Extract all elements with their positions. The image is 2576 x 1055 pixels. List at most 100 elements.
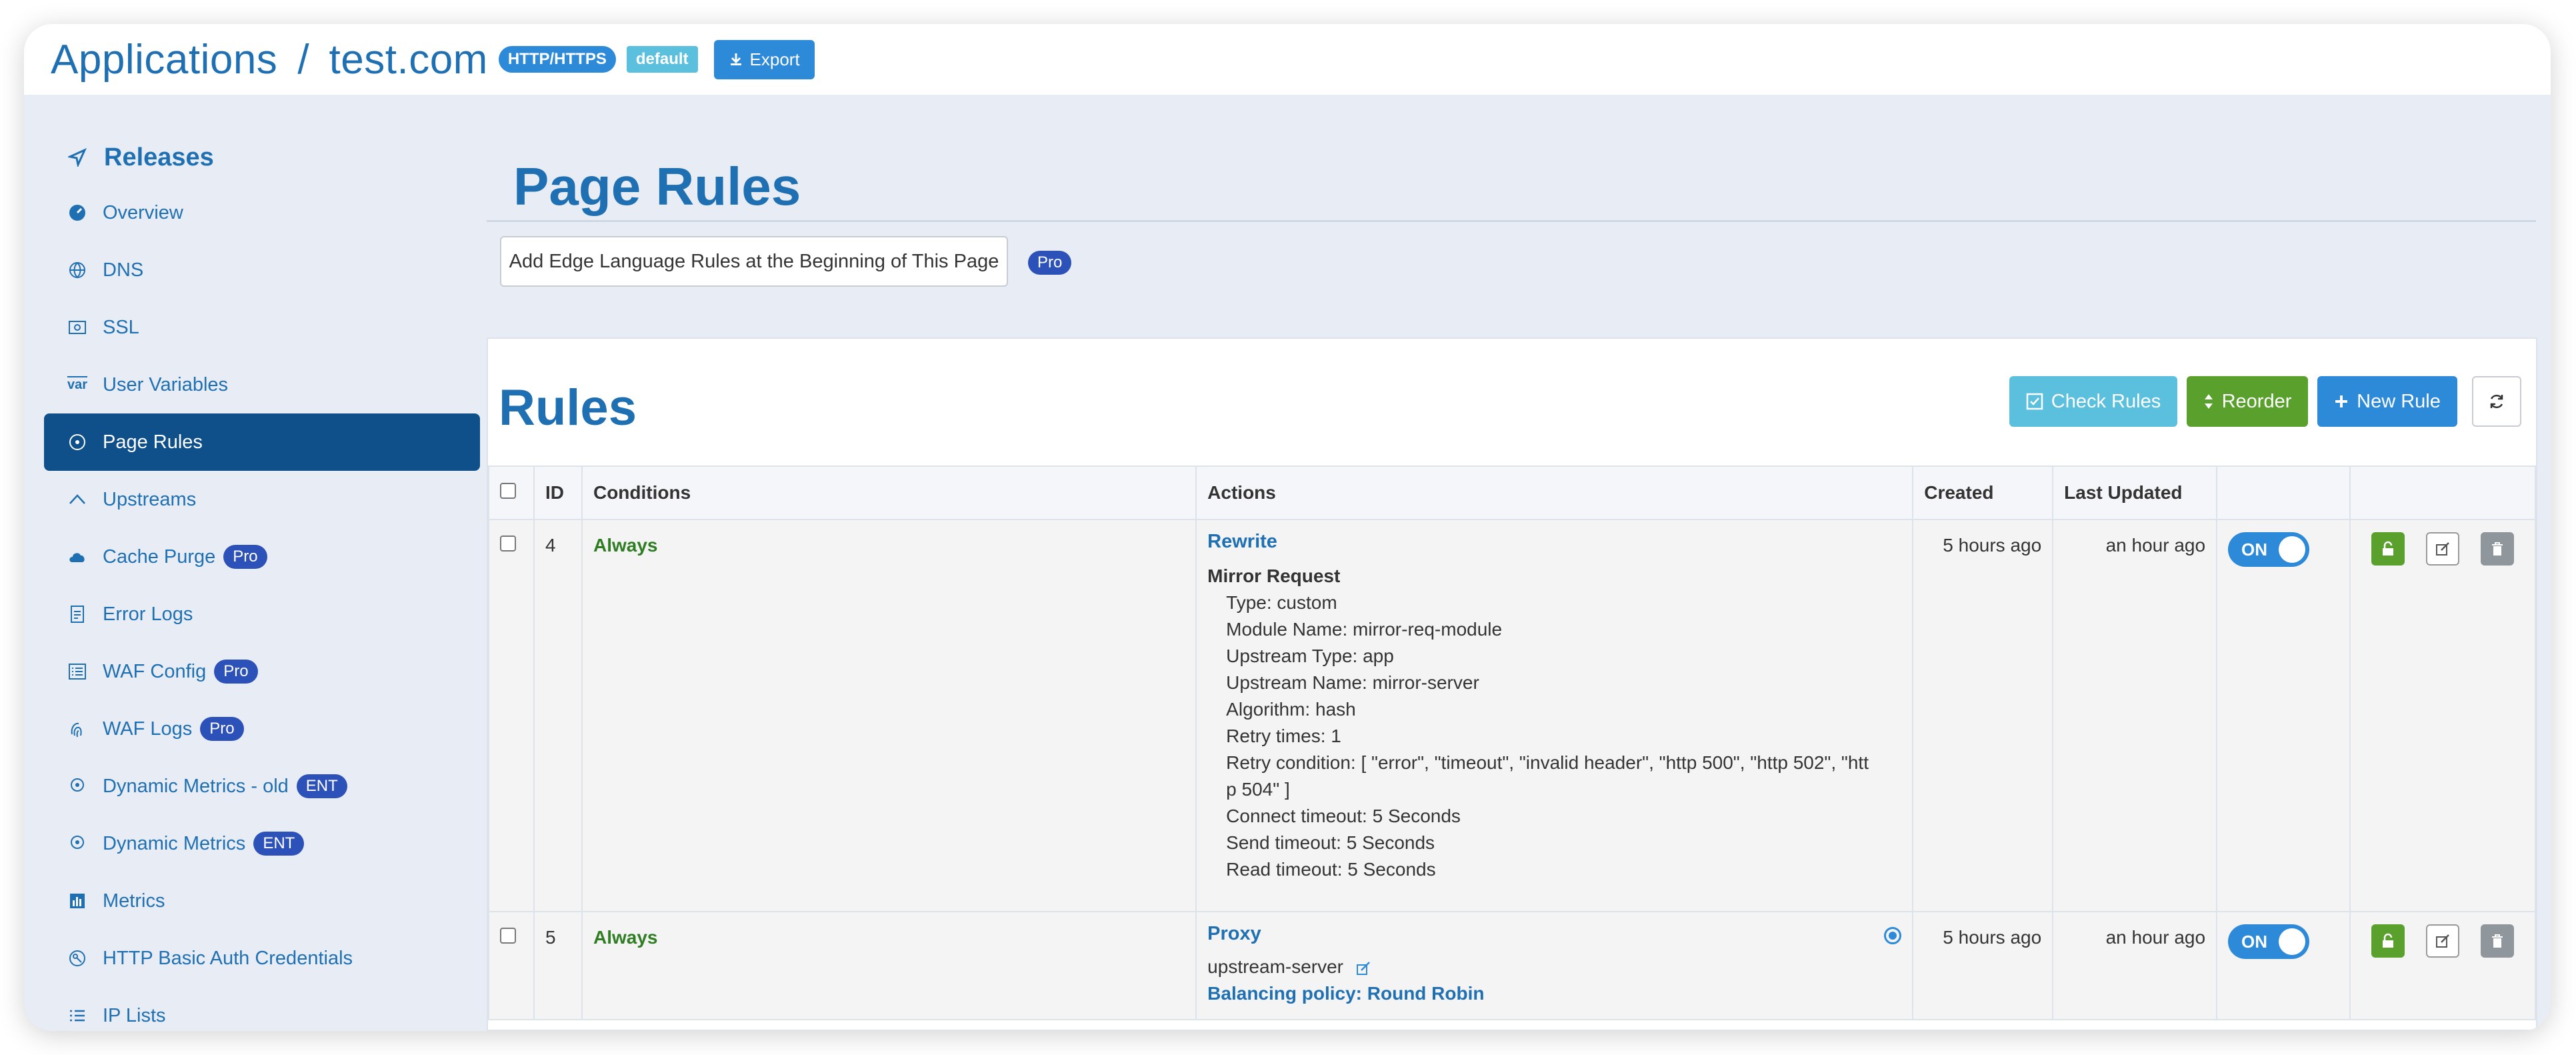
rule-toggle[interactable]: ON: [2228, 532, 2310, 567]
delete-button[interactable]: [2481, 924, 2514, 958]
pro-badge: Pro: [214, 660, 258, 684]
sidebar-item-label: WAF Config: [103, 660, 207, 682]
check-rules-button[interactable]: Check Rules: [2009, 376, 2177, 427]
column-header-conditions[interactable]: Conditions: [581, 465, 1197, 520]
check-square-icon: [2026, 393, 2043, 410]
action-proxy-link[interactable]: Proxy: [1207, 920, 1901, 947]
rule-toggle[interactable]: ON: [2228, 924, 2310, 959]
sidebar-item-metrics[interactable]: Metrics: [44, 872, 480, 930]
sidebar: Releases Overview DNS SSL var User Varia…: [44, 131, 480, 1031]
table-row: 4 Always Rewrite Mirror Request Type: cu…: [488, 519, 2536, 912]
page-title: Page Rules: [513, 157, 801, 216]
edit-icon: [2436, 934, 2449, 948]
sidebar-item-cache-purge[interactable]: Cache Purge Pro: [44, 528, 480, 586]
toggle-label: ON: [2241, 540, 2268, 560]
rule-actions: Rewrite Mirror Request Type: custom Modu…: [1195, 519, 1914, 912]
condition-label: Always: [593, 927, 658, 948]
toggle-knob: [2279, 536, 2306, 563]
list-icon: [68, 1006, 87, 1025]
sidebar-item-upstreams[interactable]: Upstreams: [44, 471, 480, 528]
dashboard-icon: [68, 203, 87, 222]
edit-icon: [2436, 542, 2449, 556]
reorder-button[interactable]: Reorder: [2187, 376, 2308, 427]
sidebar-item-label: IP Lists: [103, 1004, 166, 1026]
sidebar-item-basic-auth[interactable]: HTTP Basic Auth Credentials: [44, 930, 480, 987]
sort-icon: [2204, 394, 2213, 409]
add-edge-language-rules-button[interactable]: Add Edge Language Rules at the Beginning…: [500, 236, 1008, 287]
sidebar-item-waf-logs[interactable]: WAF Logs Pro: [44, 700, 480, 758]
breadcrumb-applications[interactable]: Applications: [51, 36, 277, 83]
action-detail: p 504" ]: [1226, 779, 1290, 800]
rule-updated: an hour ago: [2052, 911, 2218, 1020]
action-detail: Module Name: mirror-req-module: [1226, 619, 1503, 640]
balancing-policy-link[interactable]: Balancing policy: Round Robin: [1207, 980, 1901, 1007]
breadcrumb-separator: /: [297, 36, 309, 83]
rules-panel: Rules Check Rules Reorder New Rule ID Co…: [487, 337, 2537, 1031]
sidebar-item-overview[interactable]: Overview: [44, 184, 480, 241]
fingerprint-icon: [68, 720, 87, 738]
column-header-actions[interactable]: Actions: [1195, 465, 1914, 520]
rule-status-cell: ON: [2216, 911, 2351, 1020]
pro-badge: Pro: [223, 545, 267, 569]
unlock-icon: [2383, 541, 2393, 556]
sidebar-item-waf-config[interactable]: WAF Config Pro: [44, 643, 480, 700]
sidebar-item-label: SSL: [103, 316, 139, 338]
delete-button[interactable]: [2481, 532, 2514, 566]
upstream-name: upstream-server: [1207, 956, 1344, 977]
new-rule-button[interactable]: New Rule: [2317, 376, 2457, 427]
rules-table: ID Conditions Actions Created Last Updat…: [488, 465, 2536, 1020]
sidebar-item-dns[interactable]: DNS: [44, 241, 480, 299]
sidebar-item-label: Page Rules: [103, 431, 203, 453]
action-detail: Connect timeout: 5 Seconds: [1226, 806, 1461, 826]
column-header-last-updated[interactable]: Last Updated: [2052, 465, 2218, 520]
rule-updated: an hour ago: [2052, 519, 2218, 912]
bar-chart-icon: [68, 892, 87, 910]
lock-button[interactable]: [2371, 532, 2405, 566]
edit-icon[interactable]: [1355, 960, 1373, 976]
edit-button[interactable]: [2426, 532, 2459, 566]
sidebar-heading[interactable]: Releases: [44, 131, 480, 184]
breadcrumb-app-name[interactable]: test.com: [329, 36, 488, 83]
rule-status-cell: ON: [2216, 519, 2351, 912]
sidebar-item-ip-lists[interactable]: IP Lists: [44, 987, 480, 1031]
table-row: 5 Always Proxy upstream-server Balancing…: [488, 911, 2536, 1020]
chevron-up-icon: [68, 490, 87, 509]
key-icon: [68, 949, 87, 968]
plus-icon: [2335, 395, 2348, 407]
lock-button[interactable]: [2371, 924, 2405, 958]
select-all-checkbox[interactable]: [500, 483, 516, 499]
row-select-cell: [488, 911, 535, 1020]
export-button[interactable]: Export: [713, 39, 815, 79]
sidebar-item-label: WAF Logs: [103, 718, 193, 740]
sidebar-item-dynamic-metrics[interactable]: Dynamic Metrics ENT: [44, 815, 480, 872]
row-checkbox[interactable]: [500, 928, 516, 944]
list-icon: [68, 662, 87, 681]
sidebar-item-label: Metrics: [103, 890, 165, 912]
refresh-button[interactable]: [2472, 376, 2521, 427]
edit-button[interactable]: [2426, 924, 2459, 958]
sidebar-item-error-logs[interactable]: Error Logs: [44, 586, 480, 643]
sidebar-item-label: HTTP Basic Auth Credentials: [103, 947, 353, 969]
column-header-created[interactable]: Created: [1912, 465, 2054, 520]
reorder-label: Reorder: [2221, 390, 2292, 412]
sidebar-item-user-variables[interactable]: var User Variables: [44, 356, 480, 413]
pro-badge: Pro: [1028, 251, 1072, 275]
circle-icon: [68, 433, 87, 451]
pin-icon: [68, 777, 87, 796]
action-rewrite-link[interactable]: Rewrite: [1207, 528, 1901, 555]
sidebar-item-label: Dynamic Metrics: [103, 832, 246, 854]
rule-id: 5: [533, 911, 583, 1020]
sidebar-item-page-rules[interactable]: Page Rules: [44, 413, 480, 471]
sidebar-item-ssl[interactable]: SSL: [44, 299, 480, 356]
ent-badge: ENT: [253, 832, 305, 856]
column-header-id[interactable]: ID: [533, 465, 583, 520]
column-header-operations: [2349, 465, 2536, 520]
upstream-line: upstream-server: [1207, 954, 1901, 980]
action-detail: Algorithm: hash: [1226, 699, 1356, 720]
rule-id: 4: [533, 519, 583, 912]
row-checkbox[interactable]: [500, 536, 516, 552]
sidebar-item-dynamic-metrics-old[interactable]: Dynamic Metrics - old ENT: [44, 758, 480, 815]
pin-icon: [68, 834, 87, 853]
sidebar-item-label: Error Logs: [103, 603, 193, 625]
protocol-badge: HTTP/HTTPS: [498, 46, 616, 73]
